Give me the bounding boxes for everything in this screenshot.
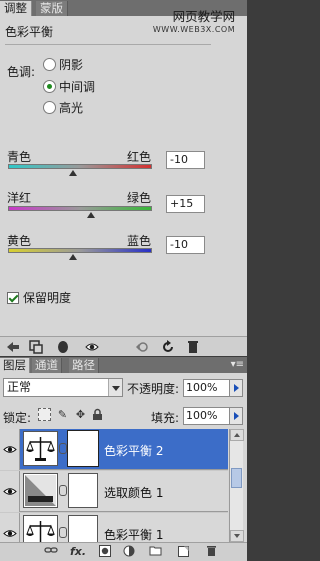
adjustments-panel: 调整 蒙版 网页教学网 WWW.WEB3X.COM 色彩平衡 色调: 阴影 中间…	[0, 0, 247, 356]
radio-midtones[interactable]	[43, 80, 56, 93]
magenta-green-slider-track[interactable]	[8, 206, 152, 211]
mask-link-icon[interactable]	[59, 443, 67, 454]
lock-position-icon[interactable]: ✥	[74, 408, 87, 421]
layers-scrollbar[interactable]	[229, 429, 244, 542]
cyan-red-value-field[interactable]: -10	[166, 151, 205, 169]
color-balance-thumbnail-icon	[23, 515, 58, 542]
preserve-luminosity-label: 保留明度	[23, 291, 72, 305]
selective-color-thumbnail-icon	[23, 473, 58, 508]
lock-transparent-icon[interactable]	[38, 408, 51, 421]
link-layers-icon[interactable]	[44, 545, 58, 559]
tone-option-midtones[interactable]: 中间调	[43, 79, 95, 94]
view-previous-icon[interactable]	[134, 339, 150, 355]
layers-tab-bar: 图层 通道 路径 ▾≡	[0, 357, 247, 373]
layer-row-color-balance-1[interactable]: 色彩平衡 1	[0, 513, 228, 542]
layer-mask-thumbnail[interactable]	[68, 515, 98, 542]
layer-visibility-eye-icon[interactable]	[0, 513, 20, 542]
yellow-label: 黄色	[7, 234, 32, 248]
magenta-label: 洋红	[7, 191, 32, 205]
fx-icon[interactable]: fx.	[70, 545, 86, 559]
layers-panel: 图层 通道 路径 ▾≡ 正常 不透明度: 100% 锁定: ✎ ✥ 填充: 10…	[0, 357, 247, 561]
lock-label: 锁定:	[3, 411, 32, 425]
cyan-red-slider-thumb[interactable]	[68, 170, 77, 176]
title-divider	[5, 44, 211, 45]
lock-all-icon[interactable]	[91, 408, 104, 421]
tab-channels[interactable]: 通道	[32, 358, 62, 373]
yellow-blue-value-field[interactable]: -10	[166, 236, 205, 254]
red-label: 红色	[127, 150, 152, 164]
layer-mask-thumbnail[interactable]	[67, 430, 99, 467]
preserve-luminosity-option[interactable]: 保留明度	[7, 289, 71, 306]
watermark: 网页教学网 WWW.WEB3X.COM	[153, 6, 235, 34]
new-layer-icon[interactable]	[176, 545, 190, 559]
back-icon[interactable]	[5, 339, 21, 355]
chevron-down-icon[interactable]	[108, 379, 122, 396]
yellow-blue-slider-thumb[interactable]	[68, 254, 77, 260]
watermark-url: WWW.WEB3X.COM	[152, 25, 236, 34]
mask-link-icon[interactable]	[59, 527, 67, 538]
layer-mask-thumbnail[interactable]	[68, 473, 98, 508]
green-label: 绿色	[127, 191, 152, 205]
visibility-eye-icon[interactable]	[84, 339, 100, 355]
opacity-label: 不透明度:	[127, 382, 180, 396]
radio-label-shadows: 阴影	[59, 58, 84, 72]
scroll-down-icon[interactable]	[230, 530, 244, 542]
scrollbar-thumb[interactable]	[231, 468, 242, 488]
tone-option-shadows[interactable]: 阴影	[43, 57, 83, 72]
scroll-up-icon[interactable]	[230, 429, 244, 441]
radio-label-highlights: 高光	[59, 101, 84, 115]
trash-icon[interactable]	[185, 339, 201, 355]
layer-visibility-eye-icon[interactable]	[0, 471, 20, 512]
opacity-field[interactable]: 100%	[183, 379, 230, 397]
radio-shadows[interactable]	[43, 58, 56, 71]
adjustment-title: 色彩平衡	[5, 25, 54, 39]
delete-icon[interactable]	[204, 545, 218, 559]
tone-option-highlights[interactable]: 高光	[43, 100, 83, 115]
fill-field[interactable]: 100%	[183, 407, 230, 425]
layer-name[interactable]: 色彩平衡 1	[104, 526, 163, 542]
blend-mode-select[interactable]: 正常	[3, 378, 123, 397]
opacity-arrow-icon[interactable]	[230, 379, 243, 397]
blend-mode-value: 正常	[7, 380, 32, 394]
mask-link-icon[interactable]	[59, 485, 67, 496]
layer-row-color-balance-2[interactable]: 色彩平衡 2	[0, 429, 228, 470]
radio-label-midtones: 中间调	[59, 80, 96, 94]
adjustments-footer	[0, 336, 247, 356]
fill-arrow-icon[interactable]	[230, 407, 243, 425]
tab-adjustments[interactable]: 调整	[0, 1, 32, 16]
tab-paths[interactable]: 路径	[69, 358, 99, 373]
lock-image-icon[interactable]: ✎	[56, 408, 69, 421]
tab-masks[interactable]: 蒙版	[36, 1, 68, 16]
tone-label: 色调:	[7, 65, 36, 79]
expanded-view-icon[interactable]	[28, 339, 44, 355]
group-folder-icon[interactable]	[148, 545, 162, 559]
cyan-label: 青色	[7, 150, 32, 164]
watermark-title: 网页教学网	[172, 9, 236, 24]
layers-footer: fx.	[0, 542, 247, 561]
magenta-green-slider-thumb[interactable]	[86, 212, 95, 218]
layer-list: 色彩平衡 2 选取颜色 1 色彩平衡 1	[0, 429, 228, 542]
add-mask-icon[interactable]	[98, 545, 112, 559]
radio-highlights[interactable]	[43, 101, 56, 114]
panel-menu-icon[interactable]: ▾≡	[231, 359, 244, 370]
magenta-green-value-field[interactable]: +15	[166, 195, 205, 213]
tab-layers[interactable]: 图层	[0, 358, 30, 373]
layer-visibility-eye-icon[interactable]	[0, 429, 20, 470]
adjustment-layer-icon[interactable]	[122, 545, 136, 559]
color-balance-thumbnail-icon	[23, 431, 58, 466]
reset-icon[interactable]	[160, 339, 176, 355]
fill-label: 填充:	[151, 411, 180, 425]
blue-label: 蓝色	[127, 234, 152, 248]
layer-name[interactable]: 色彩平衡 2	[104, 442, 163, 459]
layer-row-selective-color-1[interactable]: 选取颜色 1	[0, 471, 228, 512]
clip-to-layer-icon[interactable]	[55, 339, 71, 355]
yellow-blue-slider-track[interactable]	[8, 248, 152, 253]
preserve-luminosity-checkbox[interactable]	[7, 291, 19, 304]
cyan-red-slider-track[interactable]	[8, 164, 152, 169]
layer-name[interactable]: 选取颜色 1	[104, 484, 163, 501]
